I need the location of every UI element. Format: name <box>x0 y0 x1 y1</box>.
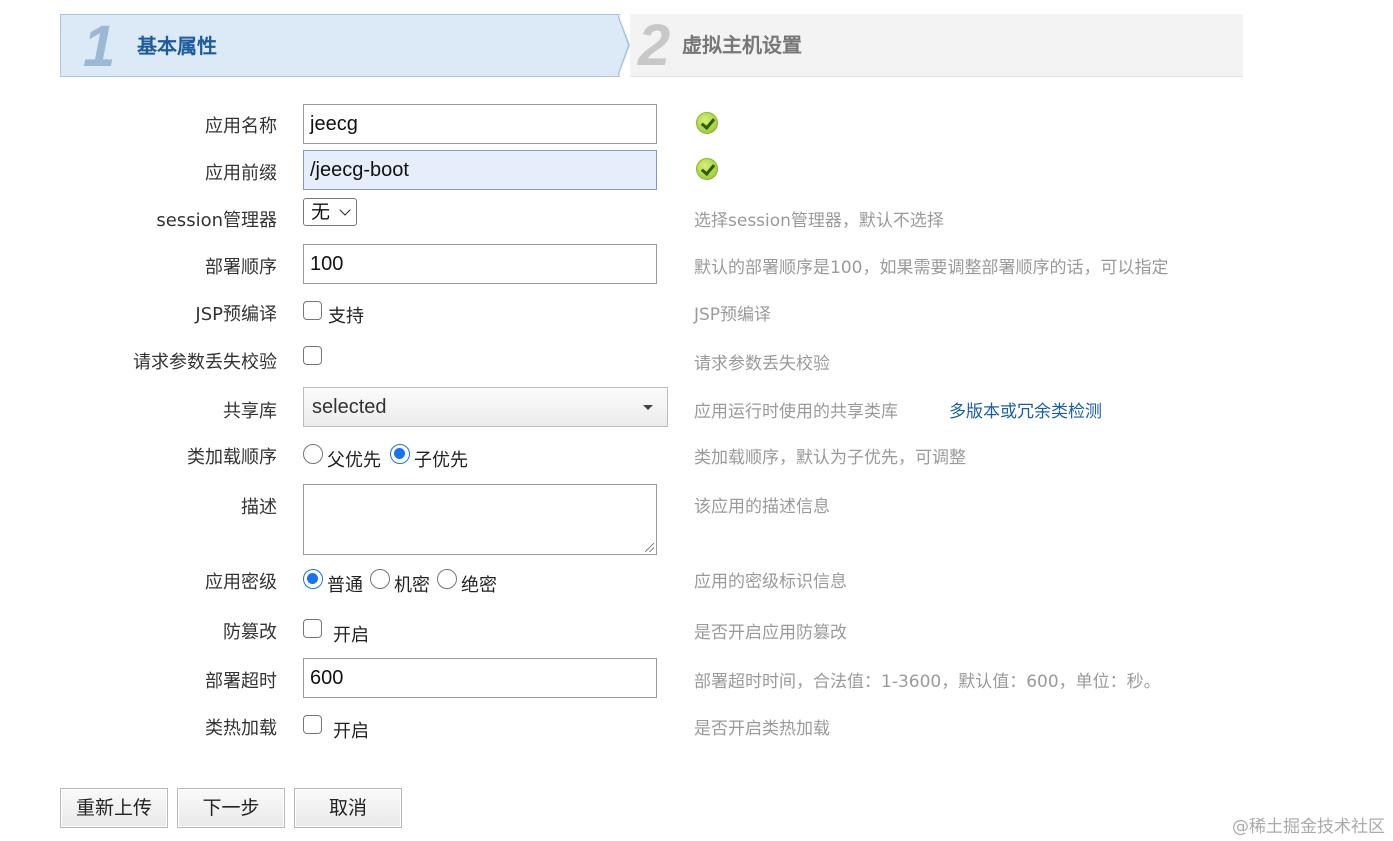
jsp-precompile-checkbox[interactable] <box>303 301 322 320</box>
description-textarea[interactable] <box>303 484 657 555</box>
child-first-label: 子优先 <box>414 450 468 471</box>
step-title: 虚拟主机设置 <box>682 33 802 57</box>
session-manager-select[interactable]: 无 <box>303 198 357 226</box>
session-manager-hint: 选择session管理器，默认不选择 <box>694 211 944 231</box>
security-level-hint: 应用的密级标识信息 <box>694 572 847 592</box>
wizard-steps: 1 基本属性 2 虚拟主机设置 <box>60 14 1243 79</box>
valid-check-icon <box>696 158 718 180</box>
jsp-precompile-label: JSP预编译 <box>195 304 277 325</box>
app-prefix-label: 应用前缀 <box>205 163 277 184</box>
deploy-timeout-input[interactable]: 600 <box>303 658 657 698</box>
shared-lib-select[interactable]: selected <box>303 387 668 427</box>
step-number: 1 <box>83 14 116 79</box>
hot-reload-label: 类热加载 <box>205 718 277 739</box>
app-prefix-input[interactable]: /jeecg-boot <box>303 150 657 190</box>
select-value: selected <box>312 396 387 418</box>
confidential-radio[interactable] <box>370 569 390 589</box>
session-manager-label: session管理器 <box>156 210 277 231</box>
shared-lib-label: 共享库 <box>223 401 277 422</box>
param-loss-check-hint: 请求参数丢失校验 <box>694 354 830 374</box>
param-loss-check-checkbox[interactable] <box>303 346 322 365</box>
cancel-button[interactable]: 取消 <box>294 788 402 828</box>
dropdown-arrow-icon <box>643 405 653 410</box>
redundant-class-check-link[interactable]: 多版本或冗余类检测 <box>949 397 1102 422</box>
step-number: 2 <box>638 13 671 78</box>
hot-reload-hint: 是否开启类热加载 <box>694 719 830 739</box>
deploy-timeout-hint: 部署超时时间，合法值：1-3600，默认值：600，单位：秒。 <box>694 672 1161 692</box>
wizard-step-2[interactable]: 2 虚拟主机设置 <box>630 14 1243 77</box>
normal-label: 普通 <box>327 575 363 596</box>
child-first-radio[interactable] <box>390 444 410 464</box>
top-secret-radio[interactable] <box>437 569 457 589</box>
app-name-label: 应用名称 <box>205 116 277 137</box>
hot-reload-option: 开启 <box>333 721 369 742</box>
jsp-precompile-hint: JSP预编译 <box>694 305 772 325</box>
class-load-order-hint: 类加载顺序，默认为子优先，可调整 <box>694 448 966 468</box>
confidential-label: 机密 <box>394 575 430 596</box>
parent-first-label: 父优先 <box>327 450 381 471</box>
jsp-precompile-option: 支持 <box>328 306 364 327</box>
deploy-timeout-label: 部署超时 <box>205 671 277 692</box>
app-name-input[interactable]: jeecg <box>303 104 657 144</box>
tamper-proof-option: 开启 <box>333 625 369 646</box>
step-title: 基本属性 <box>137 34 217 58</box>
deploy-order-input[interactable]: 100 <box>303 244 657 284</box>
deploy-order-hint: 默认的部署顺序是100，如果需要调整部署顺序的话，可以指定 <box>694 258 1169 278</box>
deploy-order-label: 部署顺序 <box>205 257 277 278</box>
tamper-proof-checkbox[interactable] <box>303 619 322 638</box>
hot-reload-checkbox[interactable] <box>303 715 322 734</box>
tamper-proof-label: 防篡改 <box>223 622 277 643</box>
resize-grip-icon[interactable] <box>645 543 654 552</box>
valid-check-icon <box>696 112 718 134</box>
wizard-step-1[interactable]: 1 基本属性 <box>60 14 620 79</box>
security-level-label: 应用密级 <box>205 572 277 593</box>
description-label: 描述 <box>241 497 277 518</box>
parent-first-radio[interactable] <box>303 444 323 464</box>
select-value: 无 <box>311 201 331 223</box>
watermark: @稀土掘金技术社区 <box>1232 817 1385 837</box>
top-secret-label: 绝密 <box>461 575 497 596</box>
reupload-button[interactable]: 重新上传 <box>60 788 168 828</box>
shared-lib-hint: 应用运行时使用的共享类库 <box>694 402 898 422</box>
description-hint: 该应用的描述信息 <box>694 497 830 517</box>
tamper-proof-hint: 是否开启应用防篡改 <box>694 623 847 643</box>
step-arrow-fill <box>617 15 628 76</box>
next-step-button[interactable]: 下一步 <box>177 788 285 828</box>
param-loss-check-label: 请求参数丢失校验 <box>133 352 277 373</box>
chevron-down-icon <box>339 204 351 216</box>
class-load-order-label: 类加载顺序 <box>187 447 277 468</box>
normal-radio[interactable] <box>303 569 323 589</box>
